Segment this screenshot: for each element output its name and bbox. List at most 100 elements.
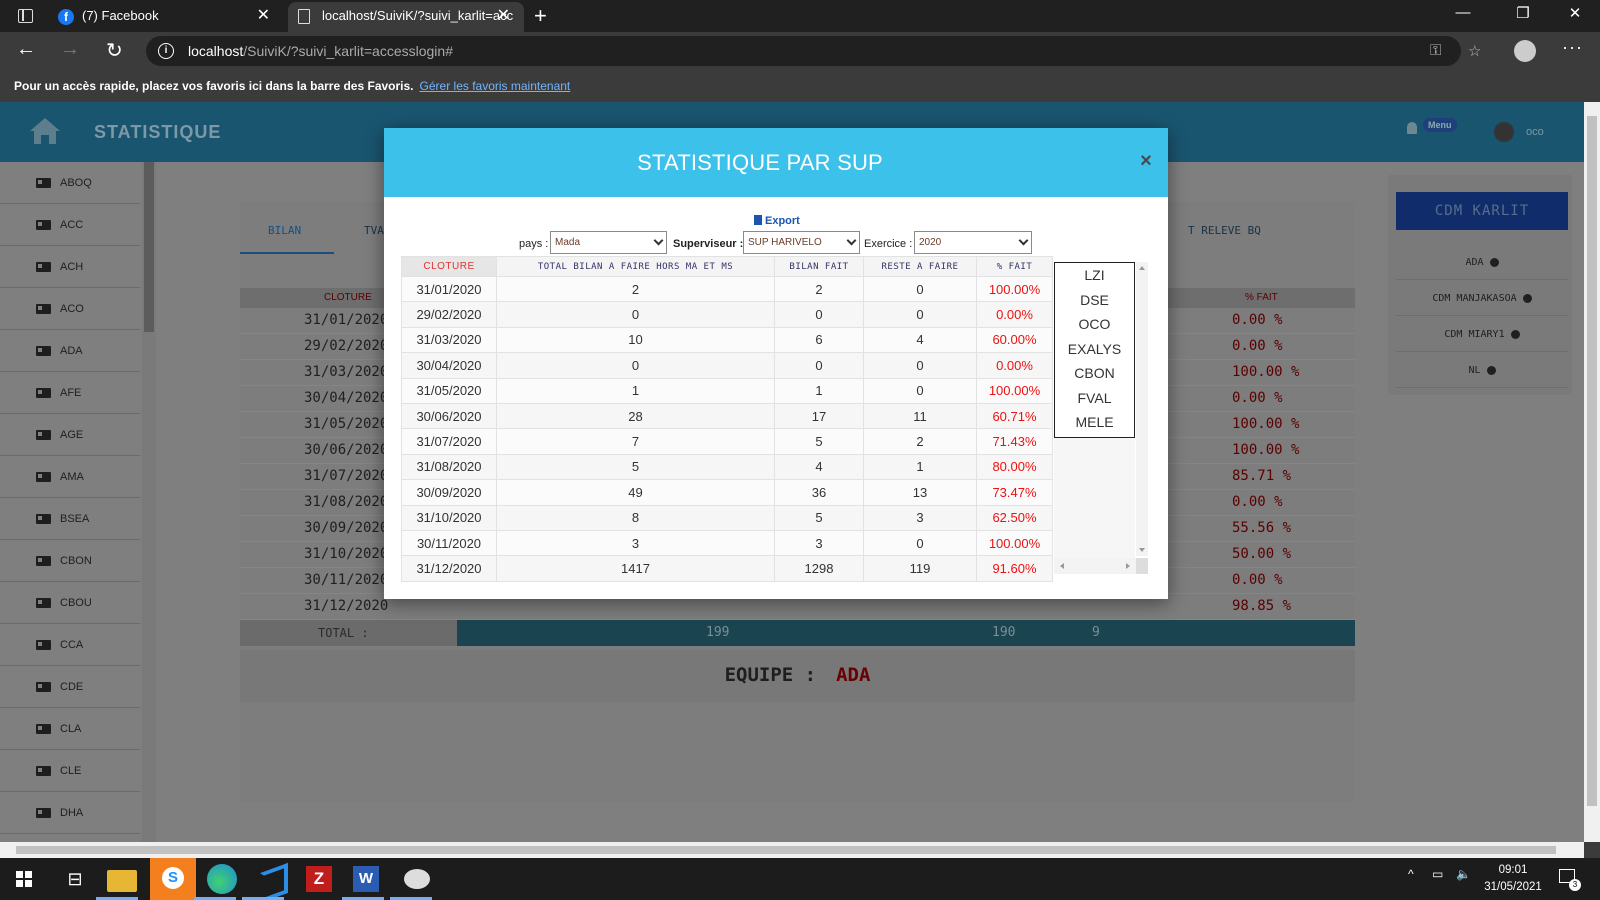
list-horizontal-scrollbar[interactable] xyxy=(1054,558,1136,574)
exercice-select[interactable]: 2020 xyxy=(914,231,1032,254)
sidebar-item[interactable]: BSEA xyxy=(0,498,140,540)
network-icon[interactable]: ▭ xyxy=(1432,867,1443,881)
pays-select[interactable]: Mada xyxy=(550,231,667,254)
browser-tab-suivik[interactable]: localhost/SuiviK/?suivi_karlit=acc ✕ xyxy=(288,2,524,32)
word-icon[interactable]: W xyxy=(353,866,379,892)
sidebar-item[interactable]: ADA xyxy=(0,330,140,372)
profile-avatar[interactable] xyxy=(1514,40,1536,62)
restore-icon[interactable]: ❐ xyxy=(1500,4,1546,22)
stat-par-sup-modal: STATISTIQUE PAR SUP × Export pays : Mada… xyxy=(384,128,1168,599)
volume-icon[interactable]: 🔈 xyxy=(1456,867,1471,881)
sidebar-item[interactable]: DHA xyxy=(0,792,140,834)
cell-total: 5 xyxy=(496,453,775,481)
tab-tva[interactable]: TVA xyxy=(364,224,384,237)
menu-badge[interactable]: Menu xyxy=(1423,118,1457,132)
windows-start-icon[interactable] xyxy=(16,871,32,887)
scroll-right-icon[interactable] xyxy=(1126,563,1130,569)
list-item[interactable]: DSE xyxy=(1055,288,1134,313)
sidebar-item[interactable]: AMA xyxy=(0,456,140,498)
cdm-karlit-button[interactable]: CDM KARLIT xyxy=(1396,192,1568,230)
header-cloture[interactable]: CLOTURE xyxy=(401,256,497,277)
tray-chevron-icon[interactable]: ^ xyxy=(1408,867,1414,881)
new-tab-button[interactable]: + xyxy=(534,2,547,30)
header-pct-fait[interactable]: % FAIT xyxy=(976,256,1053,277)
bell-icon[interactable] xyxy=(1407,122,1417,134)
user-icon xyxy=(1489,257,1499,267)
right-user-item[interactable]: NL xyxy=(1396,354,1568,388)
close-tab-icon[interactable]: ✕ xyxy=(497,2,510,30)
superviseur-select[interactable]: SUP HARIVELO xyxy=(743,231,860,254)
sidebar-item[interactable]: CCA xyxy=(0,624,140,666)
manage-favorites-link[interactable]: Gérer les favoris maintenant xyxy=(420,79,571,93)
close-window-icon[interactable]: ✕ xyxy=(1552,4,1598,22)
list-item[interactable]: EXALYS xyxy=(1055,337,1134,362)
filezilla-icon[interactable]: Z xyxy=(306,866,332,892)
bg-date: 31/01/2020 xyxy=(304,312,389,328)
right-user-item[interactable]: CDM MIARY1 xyxy=(1396,318,1568,352)
user-name[interactable]: oco xyxy=(1526,126,1544,138)
header-bilan-fait[interactable]: BILAN FAIT xyxy=(774,256,864,277)
sidebar-item[interactable]: ACC xyxy=(0,204,140,246)
export-link[interactable]: Export xyxy=(754,215,800,227)
equipe-value: ADA xyxy=(836,664,871,686)
info-icon[interactable]: i xyxy=(158,43,174,59)
sidebar-item[interactable]: CBON xyxy=(0,540,140,582)
sidebar-item[interactable]: ACH xyxy=(0,246,140,288)
sidebar-item[interactable]: CDE xyxy=(0,666,140,708)
sidebar-scrollbar[interactable] xyxy=(142,162,156,842)
list-item[interactable]: FVAL xyxy=(1055,386,1134,411)
scrollbar-thumb[interactable] xyxy=(16,846,1556,854)
list-item[interactable]: CBON xyxy=(1055,361,1134,386)
cell-reste: 4 xyxy=(863,326,977,354)
close-icon[interactable]: × xyxy=(1136,150,1156,173)
scrollbar-thumb[interactable] xyxy=(1587,116,1597,806)
favorites-star-icon[interactable]: ☆ xyxy=(1468,42,1481,60)
page-vertical-scrollbar[interactable] xyxy=(1584,102,1600,842)
file-explorer-icon[interactable] xyxy=(107,870,137,892)
sidebar-item[interactable]: CLA xyxy=(0,708,140,750)
right-user-item[interactable]: CDM MANJAKASOA xyxy=(1396,282,1568,316)
user-avatar-icon[interactable] xyxy=(1494,122,1514,142)
header-reste[interactable]: RESTE A FAIRE xyxy=(863,256,977,277)
sidebar-item[interactable]: ACO xyxy=(0,288,140,330)
list-item[interactable]: OCO xyxy=(1055,312,1134,337)
skype-icon[interactable] xyxy=(150,858,196,900)
browser-tab-facebook[interactable]: f (7) Facebook ✕ xyxy=(48,2,284,32)
sidebar-item[interactable]: CBOU xyxy=(0,582,140,624)
vscode-icon[interactable] xyxy=(256,864,286,894)
sidebar-item[interactable]: CLE xyxy=(0,750,140,792)
right-user-item[interactable]: ADA xyxy=(1396,246,1568,280)
list-vertical-scrollbar[interactable] xyxy=(1136,262,1148,556)
id-card-icon xyxy=(36,556,51,566)
back-icon[interactable]: ← xyxy=(16,38,36,61)
system-clock[interactable]: 09:01 31/05/2021 xyxy=(1480,862,1546,896)
close-tab-icon[interactable]: ✕ xyxy=(257,2,270,30)
sidebar-item[interactable]: AFE xyxy=(0,372,140,414)
forward-icon[interactable]: → xyxy=(60,38,80,61)
paint-icon[interactable] xyxy=(404,869,430,889)
id-card-icon xyxy=(36,430,51,440)
list-item[interactable]: LZI xyxy=(1055,263,1134,288)
home-icon[interactable] xyxy=(28,116,62,146)
header-total-bilan[interactable]: TOTAL BILAN A FAIRE HORS MA ET MS xyxy=(496,256,775,277)
scroll-up-icon[interactable] xyxy=(1139,266,1145,270)
task-view-icon[interactable]: ⊟ xyxy=(60,864,90,894)
refresh-icon[interactable]: ↻ xyxy=(106,38,123,63)
sidebar-item[interactable]: ABOQ xyxy=(0,162,140,204)
edge-icon[interactable] xyxy=(207,864,237,894)
scroll-down-icon[interactable] xyxy=(1139,548,1145,552)
page-horizontal-scrollbar[interactable] xyxy=(0,842,1584,858)
list-item[interactable]: MELE xyxy=(1055,410,1134,435)
key-icon[interactable]: ⚿ xyxy=(1430,42,1441,59)
id-card-icon xyxy=(36,682,51,692)
more-icon[interactable]: ··· xyxy=(1562,37,1583,58)
tab-actions-icon[interactable] xyxy=(10,6,40,26)
favorites-bar: Pour un accès rapide, placez vos favoris… xyxy=(0,70,1600,102)
scrollbar-thumb[interactable] xyxy=(144,162,154,332)
url-input[interactable]: i localhost/SuiviK/?suivi_karlit=accessl… xyxy=(146,36,1461,66)
tab-releve-bq[interactable]: T RELEVE BQ xyxy=(1188,224,1261,237)
sidebar-item[interactable]: AGE xyxy=(0,414,140,456)
scroll-left-icon[interactable] xyxy=(1060,563,1064,569)
tab-bilan[interactable]: BILAN xyxy=(268,224,301,237)
minimize-icon[interactable]: — xyxy=(1440,4,1486,21)
